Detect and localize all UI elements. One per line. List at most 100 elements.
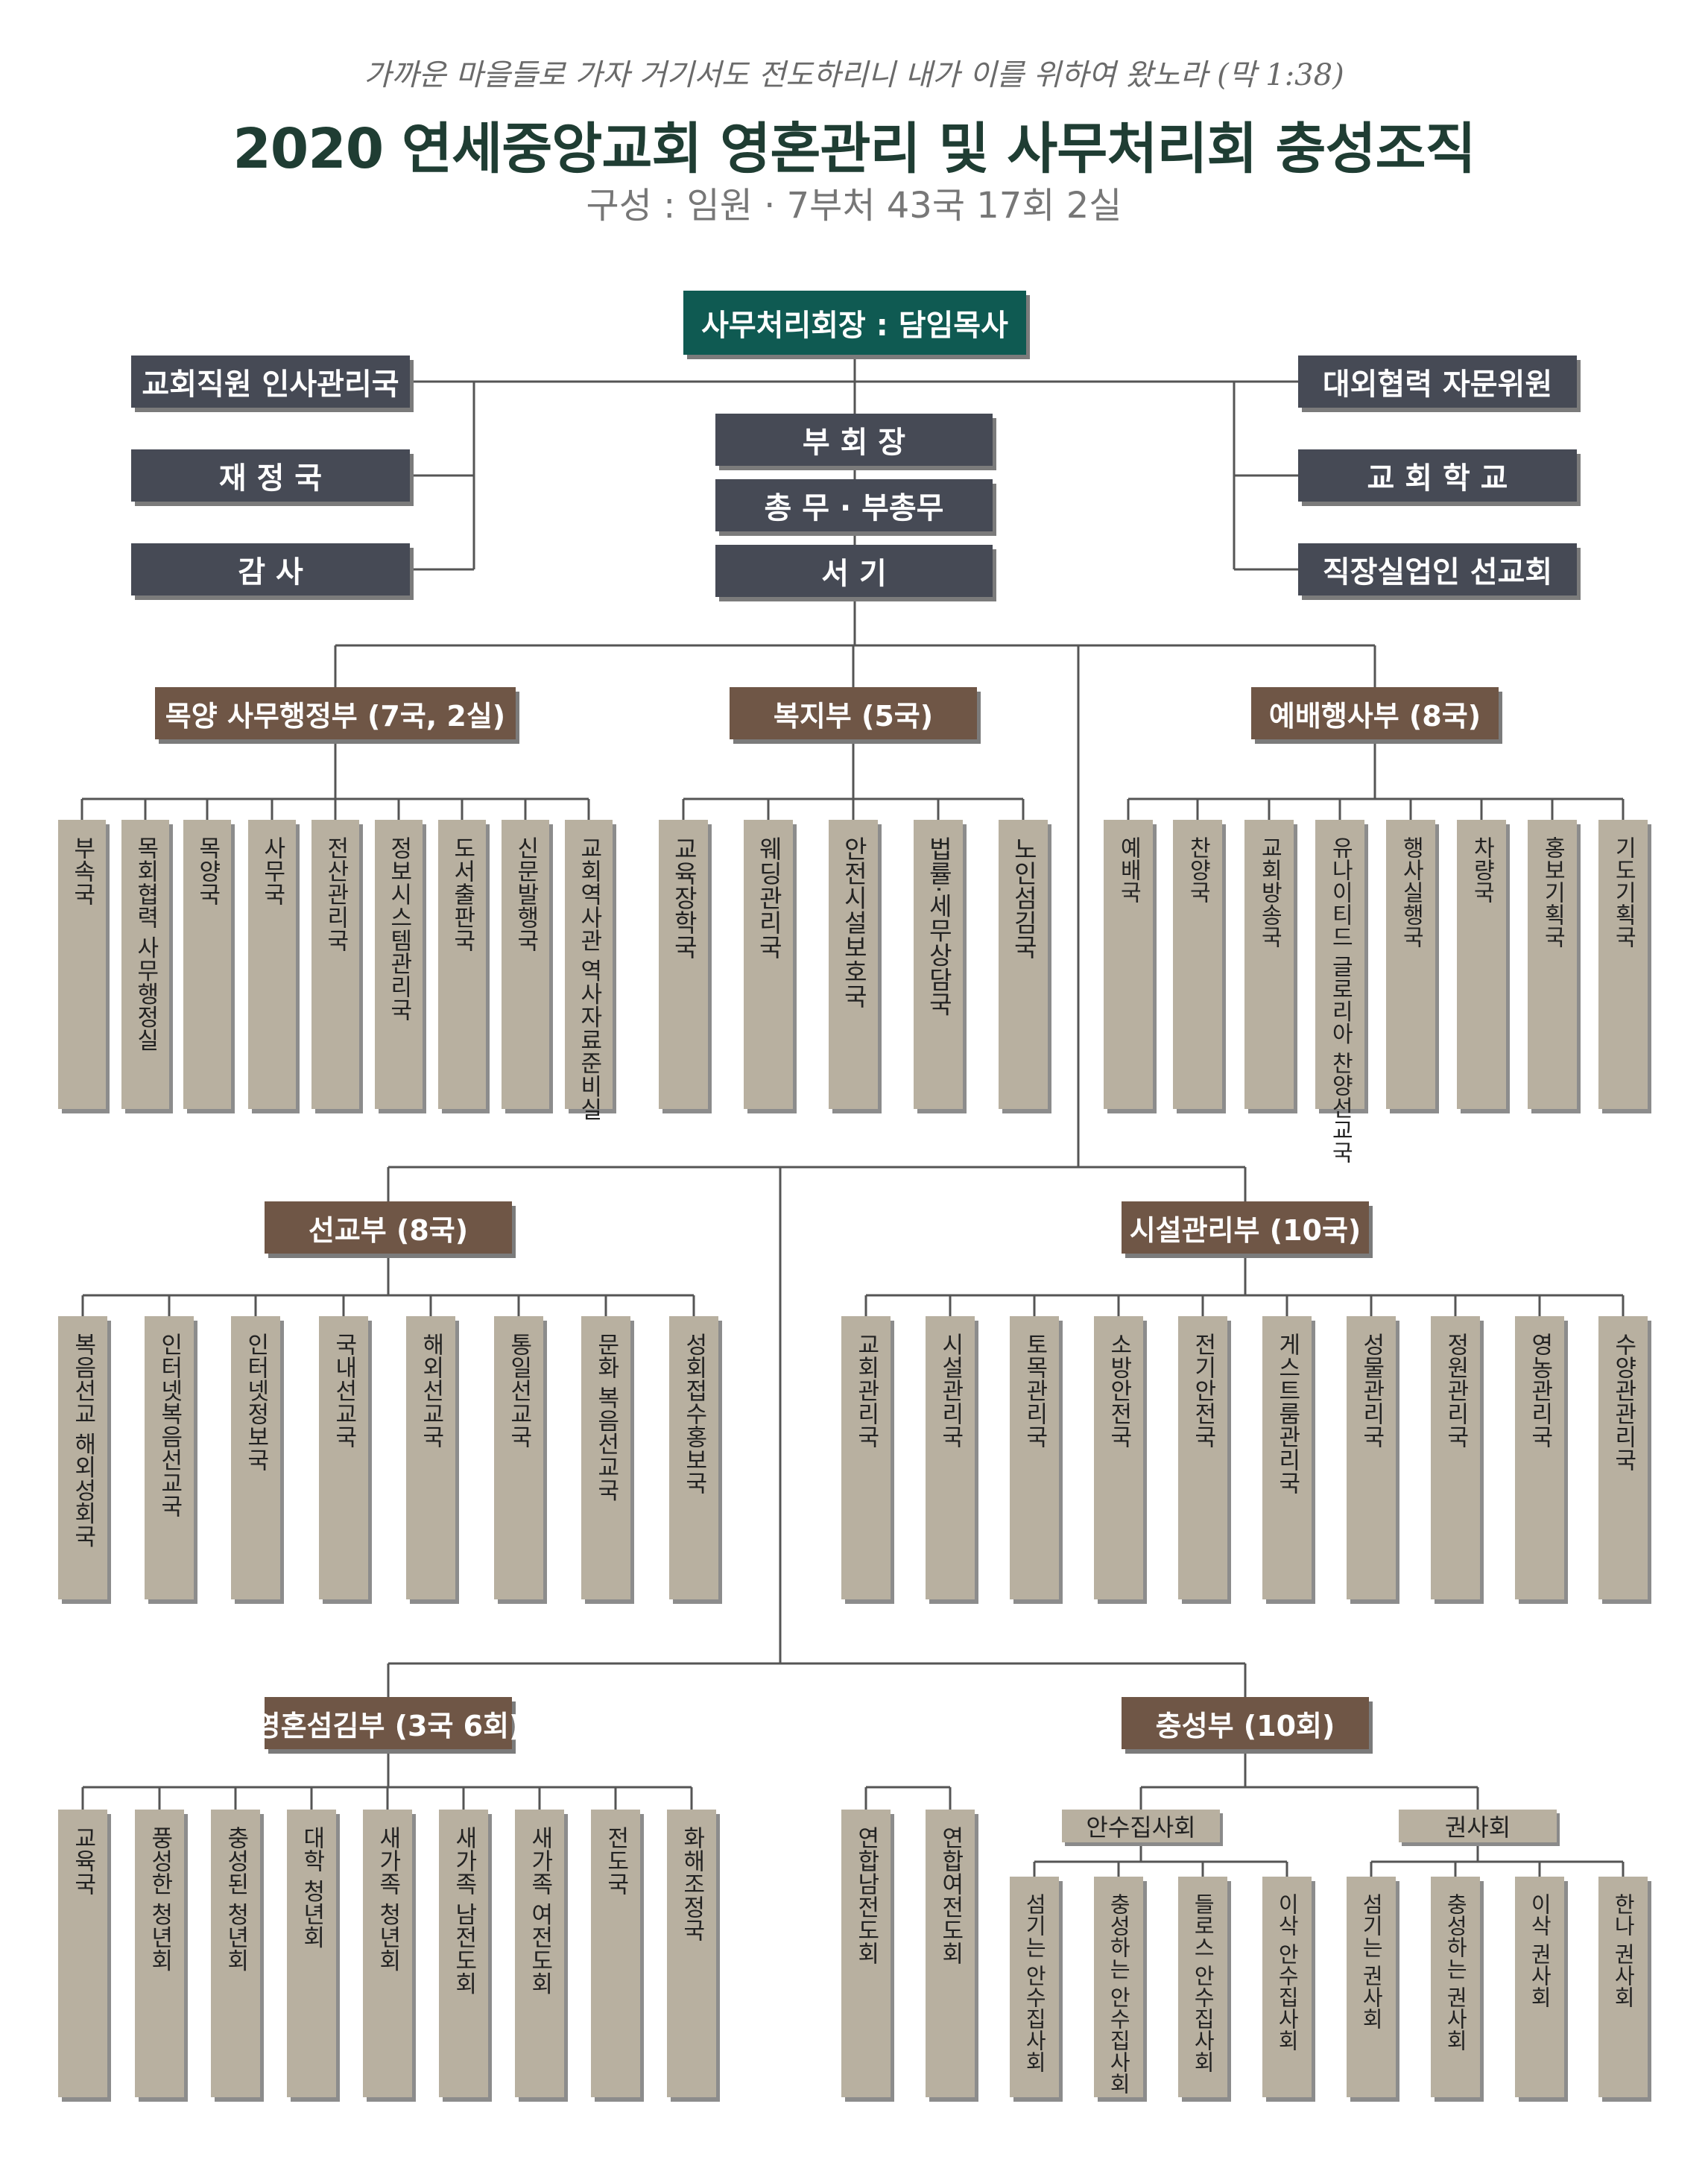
seongyo-label: 문화 복음선교국 (592, 1333, 620, 1502)
yebae-label: 차량국 (1468, 836, 1495, 903)
yebae-item: 행사실행국 (1386, 820, 1435, 1109)
org-chart-canvas: 가까운 마을들로 가자 거기서도 전도하리니 내가 이를 위하여 왔노라 (막 … (0, 0, 1708, 2174)
dept-mokyang: 목양 사무행정부 (7국, 2실) (155, 687, 516, 739)
yeonghon-item: 대학 청년회 (287, 1810, 336, 2097)
gwonsa-item: 섬기는 권사회 (1347, 1877, 1396, 2097)
mokyang-item: 목회협력 사무행정실 (121, 820, 169, 1109)
dept-bokji: 복지부 (5국) (730, 687, 977, 739)
chungseong-label: 연합남전도회 (853, 1826, 880, 1965)
right-office-workers: 직장실업인 선교회 (1298, 543, 1577, 595)
siseol-item: 수양관관리국 (1598, 1316, 1648, 1599)
page-subtitle: 구성 : 임원 · 7부처 43국 17회 2실 (586, 185, 1122, 227)
seongyo-label: 통일선교국 (505, 1333, 533, 1448)
mokyang-item: 도서출판국 (438, 820, 486, 1109)
mokyang-item: 교회역사관 역사자료준비실 (565, 820, 613, 1121)
yebae-item: 홍보기획국 (1528, 820, 1577, 1109)
mokyang-label: 사무국 (259, 836, 286, 906)
yebae-item: 기도기획국 (1598, 820, 1648, 1109)
ansu-label: 섬기는 안수집사회 (1022, 1893, 1048, 2073)
seongyo-item: 인터넷정보국 (231, 1316, 280, 1599)
mokyang-label: 목회협력 사무행정실 (132, 836, 159, 1052)
gwonsa-item: 이삭 권사회 (1515, 1877, 1564, 2097)
siseol-label: 정원관리국 (1442, 1333, 1470, 1448)
yeonghon-label: 풍성한 청년회 (146, 1826, 174, 1972)
yebae-item: 찬양국 (1173, 820, 1222, 1109)
siseol-label: 영농관리국 (1526, 1333, 1554, 1448)
chair-box: 사무처리회장 : 담임목사 (683, 291, 1026, 355)
mokyang-item: 목양국 (183, 820, 231, 1109)
group-ansu: 안수집사회 (1062, 1810, 1220, 1842)
mokyang-label: 도서출판국 (449, 836, 476, 952)
left-office-finance: 재 정 국 (131, 449, 410, 502)
yeonghon-label: 화해조정국 (678, 1826, 706, 1941)
yeonghon-item: 교육국 (58, 1810, 107, 2097)
bokji-label: 법률·세무상담국 (924, 836, 954, 1017)
page-title: 2020 연세중앙교회 영혼관리 및 사무처리회 충성조직 (233, 117, 1475, 181)
mokyang-label: 신문발행국 (512, 836, 540, 952)
gwonsa-label: 섬기는 권사회 (1359, 1893, 1385, 2030)
mokyang-item: 신문발행국 (502, 820, 549, 1109)
chungseong-label: 연합여전도회 (937, 1826, 964, 1965)
chungseong-item: 연합남전도회 (841, 1810, 891, 2097)
bokji-item: 법률·세무상담국 (914, 820, 963, 1109)
yeonghon-label: 교육국 (69, 1826, 97, 1895)
yeonghon-label: 대학 청년회 (298, 1826, 326, 1949)
gwonsa-item: 충성하는 권사회 (1431, 1877, 1480, 2097)
seongyo-item: 통일선교국 (494, 1316, 543, 1599)
bokji-label: 교육장학국 (669, 836, 699, 959)
gwonsa-label: 충성하는 권사회 (1443, 1893, 1469, 2052)
seongyo-label: 인터넷정보국 (242, 1333, 270, 1471)
general-affairs-box: 총 무 · 부총무 (715, 479, 993, 531)
left-office-hr: 교회직원 인사관리국 (131, 356, 410, 408)
seongyo-label: 국내선교국 (330, 1333, 358, 1448)
mokyang-item: 전산관리국 (311, 820, 359, 1109)
mokyang-item: 부속국 (58, 820, 106, 1109)
yebae-label: 찬양국 (1184, 836, 1211, 903)
siseol-item: 시설관리국 (926, 1316, 975, 1599)
gwonsa-item: 한나 권사회 (1598, 1877, 1648, 2097)
bokji-item: 교육장학국 (659, 820, 708, 1109)
mokyang-item: 정보시스템관리국 (375, 820, 423, 1109)
gwonsa-label: 이삭 권사회 (1527, 1893, 1553, 2009)
gwonsa-label: 한나 권사회 (1610, 1893, 1636, 2009)
bokji-item: 노인섬김국 (999, 820, 1048, 1109)
secretary-box: 서 기 (715, 545, 993, 597)
group-gwonsa: 권사회 (1399, 1810, 1557, 1842)
mokyang-label: 교회역사관 역사자료준비실 (575, 836, 603, 1121)
bokji-item: 안전시설보호국 (829, 820, 878, 1109)
chungseong-item: 연합여전도회 (926, 1810, 975, 2097)
siseol-item: 교회관리국 (841, 1316, 891, 1599)
yebae-item: 예배국 (1104, 820, 1153, 1109)
siseol-item: 게스트룸관리국 (1262, 1316, 1312, 1599)
yeonghon-item: 새가족 남전도회 (439, 1810, 488, 2097)
yebae-label: 교회방송국 (1256, 836, 1282, 948)
siseol-label: 소방안전국 (1105, 1333, 1133, 1448)
siseol-label: 시설관리국 (937, 1333, 964, 1448)
bokji-label: 웨딩관리국 (754, 836, 784, 959)
yeonghon-item: 새가족 여전도회 (515, 1810, 564, 2097)
siseol-item: 전기안전국 (1178, 1316, 1227, 1599)
siseol-label: 수양관관리국 (1610, 1333, 1637, 1471)
ansu-item: 들로스 안수집사회 (1178, 1877, 1227, 2097)
yeonghon-item: 화해조정국 (667, 1810, 716, 2097)
mokyang-label: 전산관리국 (322, 836, 349, 952)
yebae-label: 기도기획국 (1610, 836, 1636, 948)
seongyo-label: 성회접수홍보국 (680, 1333, 708, 1494)
mokyang-label: 부속국 (69, 836, 96, 906)
seongyo-label: 복음선교 해외성회국 (69, 1333, 97, 1548)
mokyang-label: 정보시스템관리국 (385, 836, 413, 1021)
siseol-item: 정원관리국 (1431, 1316, 1480, 1599)
siseol-item: 소방안전국 (1094, 1316, 1143, 1599)
seongyo-item: 복음선교 해외성회국 (58, 1316, 107, 1599)
dept-yebae: 예배행사부 (8국) (1251, 687, 1499, 739)
siseol-label: 게스트룸관리국 (1274, 1333, 1301, 1494)
mokyang-label: 목양국 (194, 836, 221, 906)
yeonghon-item: 전도국 (591, 1810, 640, 2097)
yebae-label: 홍보기획국 (1539, 836, 1566, 948)
yeonghon-label: 충성된 청년회 (222, 1826, 250, 1972)
bokji-item: 웨딩관리국 (744, 820, 793, 1109)
seongyo-item: 해외선교국 (406, 1316, 455, 1599)
bible-verse: 가까운 마을들로 가자 거기서도 전도하리니 내가 이를 위하여 왔노라 (막 … (364, 58, 1344, 92)
yeonghon-label: 새가족 청년회 (374, 1826, 402, 1972)
yebae-label: 유나이티드 글로리아 찬양선교국 (1326, 836, 1353, 1164)
